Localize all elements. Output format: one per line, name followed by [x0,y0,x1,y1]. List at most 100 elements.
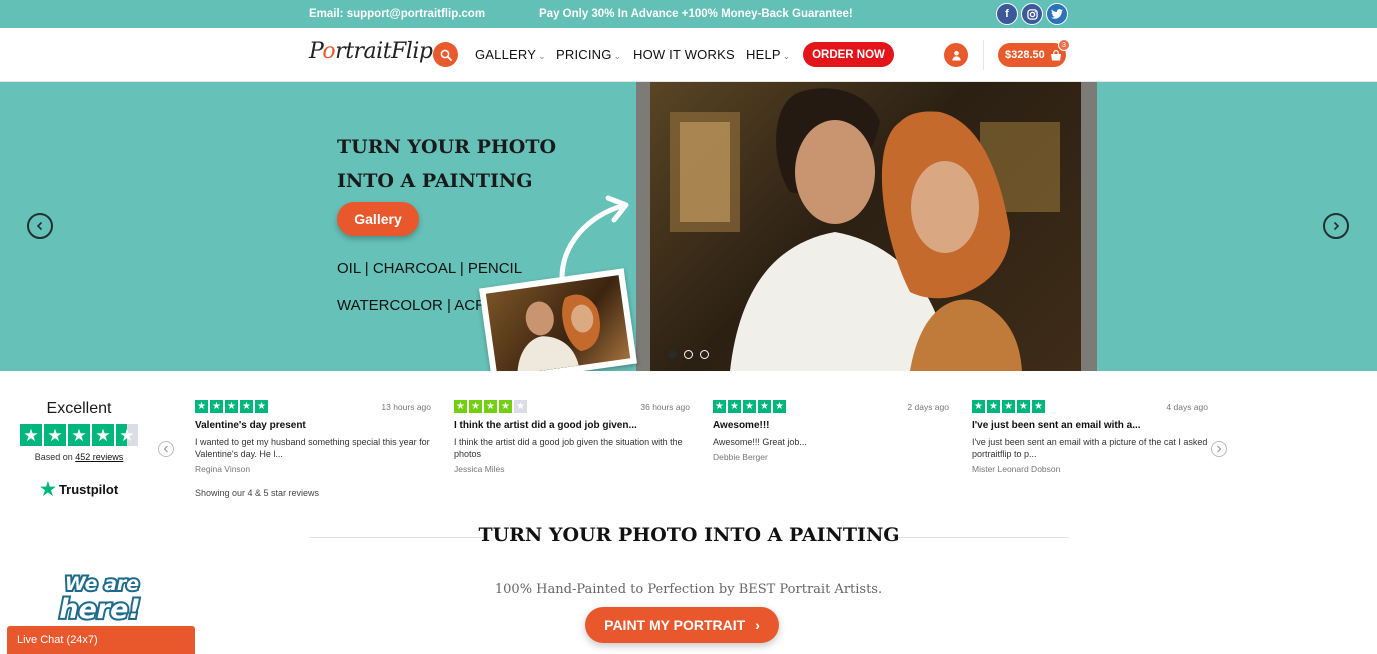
chevron-left-icon [36,221,43,231]
trustpilot-based-on: Based on 452 reviews [20,452,138,462]
slide-dot-3[interactable] [700,350,709,359]
review-author: Jessica Miles [454,464,505,474]
review-time: 36 hours ago [640,402,690,412]
review-author: Regina Vinson [195,464,251,474]
star-icon: ★ [773,400,786,413]
trustpilot-rating-word: Excellent [46,400,112,417]
logo-text-p: P [309,39,323,64]
review-title: I think the artist did a good job given.… [454,420,637,431]
star-icon: ★ [713,400,726,413]
cart-count-badge: 3 [1058,39,1070,51]
star-icon: ★ [20,424,42,446]
nav-divider [983,40,984,70]
painting-couple-image [670,88,1060,371]
star-icon: ★ [1002,400,1015,413]
star-icon: ★ [514,400,527,413]
slider-pagination [668,350,709,359]
nav-help-label: HELP [746,47,781,62]
star-icon: ★ [92,424,114,446]
review-title: I've just been sent an email with a... [972,420,1141,431]
shopping-bag-icon [1050,49,1061,60]
review-title: Awesome!!! [713,420,770,431]
account-button[interactable] [944,43,968,67]
review-card[interactable]: ★ ★ ★ ★ ★ 36 hours ago I think the artist di… [454,400,690,474]
instagram-icon[interactable] [1021,3,1043,25]
chevron-right-icon [1217,445,1222,453]
we-are-here-badge[interactable]: We are here! [50,568,154,624]
star-icon: ★ [1032,400,1045,413]
hero-gallery-button[interactable]: Gallery [337,202,419,236]
review-time: 2 days ago [907,402,949,412]
original-photo-thumbnail [479,268,637,371]
slide-dot-1[interactable] [668,350,677,359]
search-button[interactable] [433,42,458,67]
order-now-button[interactable]: ORDER NOW [803,42,894,67]
slider-prev-button[interactable] [27,213,53,239]
nav-gallery-label: GALLERY [475,47,537,62]
review-author: Debbie Berger [713,452,768,462]
star-icon: ★ [484,400,497,413]
trustpilot-logo[interactable]: ★ Trustpilot [20,479,138,500]
review-card[interactable]: ★ ★ ★ ★ ★ 13 hours ago Valentine's day prese… [195,400,431,474]
star-icon: ★ [469,400,482,413]
hero-title-line2: INTO A PAINTING [337,170,533,192]
chevron-down-icon: ⌄ [613,51,622,61]
search-icon [440,49,452,61]
reviews-showing-note: Showing our 4 & 5 star reviews [195,488,320,498]
nav-pricing[interactable]: PRICING ⌄ [556,47,621,62]
chevron-right-icon: › [755,617,760,633]
slide-dot-2[interactable] [684,350,693,359]
nav-help[interactable]: HELP ⌄ [746,47,791,62]
main-navbar: PortraitFlip GALLERY ⌄ PRICING ⌄ HOW IT WO… [0,28,1377,82]
trustpilot-star-icon: ★ [39,479,56,499]
slider-next-button[interactable] [1323,213,1349,239]
half-star-icon: ★ [116,424,138,446]
review-card[interactable]: ★ ★ ★ ★ ★ 4 days ago I've just been sent an … [972,400,1208,474]
star-icon: ★ [972,400,985,413]
star-icon: ★ [68,424,90,446]
star-icon: ★ [240,400,253,413]
reviews-next-button[interactable] [1211,441,1227,457]
nav-gallery[interactable]: GALLERY ⌄ [475,47,546,62]
trustpilot-review-count[interactable]: 452 reviews [75,452,123,462]
trustpilot-brand-name: Trustpilot [58,482,119,497]
hero-title: TURN YOUR PHOTO INTO A PAINTING [337,130,597,198]
hero-title-line1: TURN YOUR PHOTO [337,136,557,158]
star-icon: ★ [499,400,512,413]
star-icon: ★ [743,400,756,413]
review-title: Valentine's day present [195,420,306,431]
paint-my-portrait-button[interactable]: PAINT MY PORTRAIT › [585,607,779,643]
live-chat-button[interactable]: Live Chat (24x7) [7,626,195,654]
cart-button[interactable]: $328.50 [998,43,1066,67]
paint-my-portrait-label: PAINT MY PORTRAIT [604,617,746,633]
portraitflip-logo[interactable]: PortraitFlip [309,39,433,64]
here-text: here! [59,594,140,624]
we-are-text: We are [65,573,139,595]
chevron-left-icon [163,445,168,453]
section-title: TURN YOUR PHOTO INTO A PAINTING [478,524,900,546]
star-icon: ★ [210,400,223,413]
support-email[interactable]: Email: support@portraitflip.com [309,8,485,20]
review-body: I wanted to get my husband something spe… [195,437,430,459]
star-icon: ★ [255,400,268,413]
facebook-icon[interactable]: f [996,3,1018,25]
logo-text-rtrait: rtrait [335,39,392,64]
user-icon [951,50,961,61]
portrait-painting [650,82,1081,371]
nav-how-it-works[interactable]: HOW IT WORKS [633,47,735,62]
chevron-down-icon: ⌄ [782,51,791,61]
review-body: I've just been sent an email with a pict… [972,437,1208,459]
promo-text: Pay Only 30% In Advance +100% Money-Back… [539,8,853,20]
star-icon: ★ [758,400,771,413]
nav-how-it-works-label: HOW IT WORKS [633,47,735,62]
review-card[interactable]: ★ ★ ★ ★ ★ 2 days ago Awesome!!! Awesome!!! G… [713,400,949,462]
review-author: Mister Leonard Dobson [972,464,1061,474]
twitter-icon[interactable] [1046,3,1068,25]
section-subtitle: 100% Hand-Painted to Perfection by BEST … [494,582,883,597]
star-icon: ★ [225,400,238,413]
top-announcement-bar: Email: support@portraitflip.com Pay Only… [0,0,1377,28]
twitter-glyph [1051,9,1063,19]
review-body: I think the artist did a good job given … [454,437,683,459]
portrait-painting-frame [636,82,1097,371]
reviews-prev-button[interactable] [158,441,174,457]
